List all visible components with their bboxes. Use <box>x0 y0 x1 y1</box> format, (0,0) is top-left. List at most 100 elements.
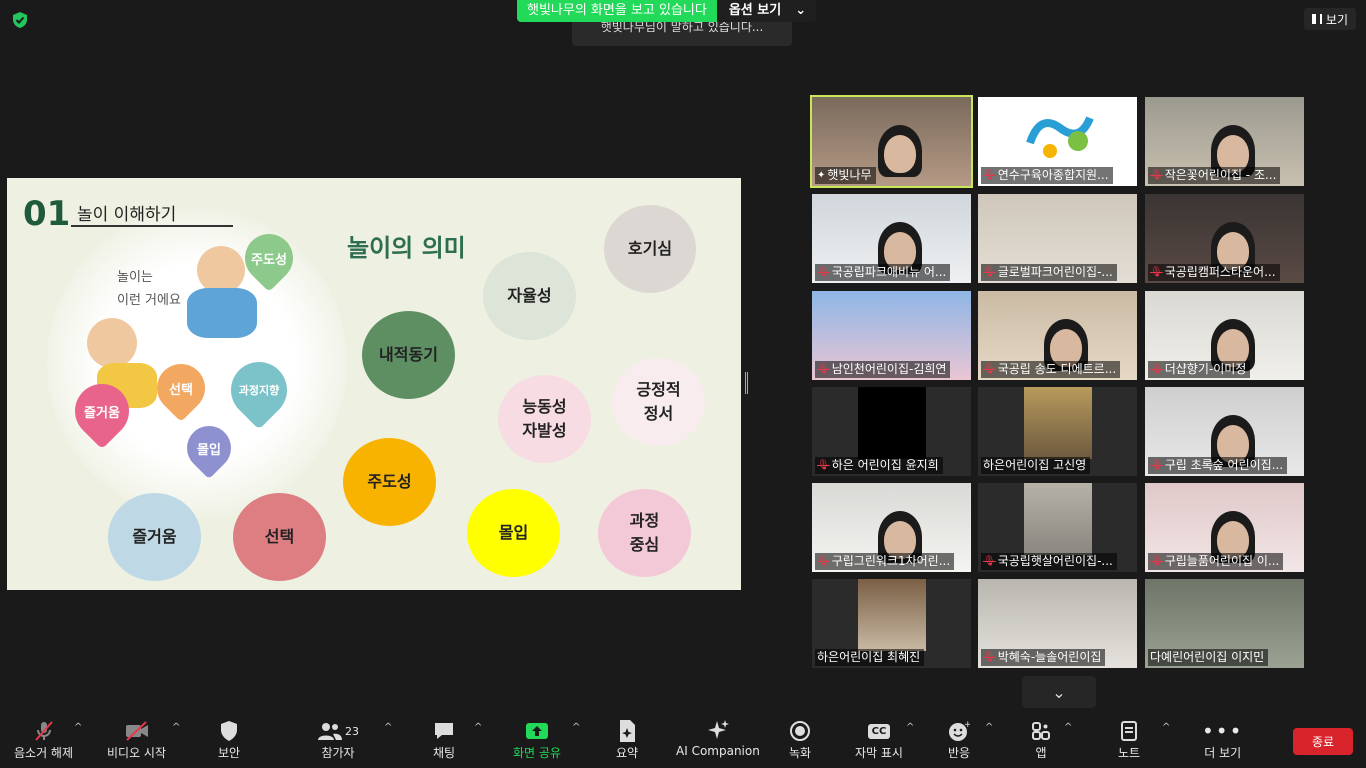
participant-tile[interactable]: 🎙 국공립파크애비뉴 어... <box>812 194 971 283</box>
participant-tile[interactable]: 🎙 국공립 송도 디에트르... <box>978 291 1137 380</box>
participant-tile[interactable]: 다예린어린이집 이지민 <box>1145 579 1304 668</box>
participant-name-text: 햇빛나무 <box>827 168 872 182</box>
participants-button[interactable]: 23 참가자 <box>317 718 359 761</box>
participant-name: 🎙 구립늘품어린이집 이... <box>1148 553 1284 570</box>
participant-tile[interactable]: 🎙 국공립캠퍼스타운어... <box>1145 194 1304 283</box>
mute-button[interactable]: 음소거 해제 <box>14 718 73 761</box>
muted-microphone-icon: 🎙 <box>1150 556 1163 567</box>
participant-tile[interactable]: 하은어린이집 최혜진 <box>812 579 971 668</box>
concept-circle: 자율성 <box>483 252 576 340</box>
share-screen-button[interactable]: 화면 공유 <box>513 718 561 761</box>
concept-circle: 능동성 자발성 <box>498 375 591 463</box>
video-feed-inset <box>1024 483 1092 555</box>
reactions-button[interactable]: + 반응 <box>948 718 970 761</box>
concept-circle: 주도성 <box>343 438 436 526</box>
record-icon <box>789 718 811 744</box>
participant-name-text: 남인천어린이집-김희연 <box>831 362 947 376</box>
participant-name-text: 구립 초록숲 어린이집... <box>1164 458 1284 472</box>
view-options-button[interactable]: 옵션 보기 ⌄ <box>716 0 817 22</box>
participant-tile[interactable]: 🎙 국공립햇살어린이집-... <box>978 483 1137 572</box>
end-meeting-button[interactable]: 종료 <box>1293 728 1353 755</box>
muted-microphone-icon: 🎙 <box>983 170 996 181</box>
security-button[interactable]: 보안 <box>218 718 240 761</box>
participant-tile[interactable]: 🎙 구립그린워크1차어린... <box>812 483 971 572</box>
caret-up-icon[interactable]: ^ <box>474 722 482 733</box>
caret-up-icon[interactable]: ^ <box>384 722 392 733</box>
captions-button[interactable]: CC 자막 표시 <box>855 718 903 761</box>
notes-button[interactable]: 노트 <box>1118 718 1140 761</box>
view-options-label: 옵션 보기 <box>728 3 782 18</box>
child-illustration <box>187 288 257 338</box>
caret-up-icon[interactable]: ^ <box>172 722 180 733</box>
security-label: 보안 <box>218 746 241 760</box>
ai-companion-button[interactable]: AI Companion <box>676 718 760 758</box>
caret-up-icon[interactable]: ^ <box>1162 722 1170 733</box>
participant-tile[interactable]: 🎙 하은 어린이집 윤지희 <box>812 387 971 476</box>
record-button[interactable]: 녹화 <box>789 718 811 761</box>
muted-microphone-icon: 🎙 <box>817 364 830 375</box>
ai-companion-label: AI Companion <box>676 744 760 758</box>
participant-name: 🎙 남인천어린이집-김희연 <box>815 361 951 378</box>
smiley-icon: + <box>948 718 970 744</box>
participant-tile[interactable]: 🎙 남인천어린이집-김희연 <box>812 291 971 380</box>
video-button[interactable]: 비디오 시작 <box>107 718 166 761</box>
child-illustration <box>197 246 245 294</box>
participant-tile[interactable]: ✦ 햇빛나무 <box>810 95 973 188</box>
participant-tile[interactable]: 하은어린이집 고신영 <box>978 387 1137 476</box>
participant-tile[interactable]: 🎙 구립늘품어린이집 이... <box>1145 483 1304 572</box>
participant-name-text: 국공립 송도 디에트르... <box>997 362 1117 376</box>
muted-microphone-icon: 🎙 <box>1150 460 1163 471</box>
muted-microphone-icon: 🎙 <box>1150 267 1163 278</box>
chat-button[interactable]: 채팅 <box>433 718 455 761</box>
participant-name: 하은어린이집 고신영 <box>981 457 1091 474</box>
view-button-label: 보기 <box>1325 12 1348 27</box>
participant-tile[interactable]: 🎙 글로벌파크어린이집-... <box>978 194 1137 283</box>
grid-view-icon <box>1311 14 1322 24</box>
heart-label: 과정지향 <box>219 350 299 430</box>
participant-name: 🎙 국공립파크애비뉴 어... <box>815 264 951 281</box>
camera-off-icon <box>124 718 150 744</box>
sparkle-icon <box>706 718 730 744</box>
video-feed-inset <box>858 579 926 651</box>
slide-title: 놀이의 의미 <box>347 234 466 262</box>
ellipsis-icon: ••• <box>1202 719 1244 743</box>
chat-bubble-icon <box>433 718 455 744</box>
summary-button[interactable]: 요약 <box>616 718 638 761</box>
participant-tile[interactable]: 🎙 더샵향기-이미정 <box>1145 291 1304 380</box>
slide-illustration <box>47 208 347 518</box>
participant-name-text: 하은어린이집 고신영 <box>983 458 1087 472</box>
chevron-down-icon: ⌄ <box>1052 682 1066 702</box>
participant-tile[interactable]: 🎙 연수구육아종합지원... <box>978 97 1137 186</box>
caret-up-icon[interactable]: ^ <box>74 722 82 733</box>
caret-up-icon[interactable]: ^ <box>906 722 914 733</box>
caret-up-icon[interactable]: ^ <box>572 722 580 733</box>
participant-tile[interactable]: 🎙 구립 초록숲 어린이집... <box>1145 387 1304 476</box>
participant-tile[interactable]: 🎙 작은꽃어린이집 - 조... <box>1145 97 1304 186</box>
spotlight-icon: ✦ <box>817 170 826 181</box>
participant-name: 🎙 국공립 송도 디에트르... <box>981 361 1121 378</box>
participant-count-badge: 23 <box>345 724 359 738</box>
apps-button[interactable]: 앱 <box>1031 718 1051 761</box>
view-button[interactable]: 보기 <box>1303 8 1356 30</box>
chat-label: 채팅 <box>433 746 456 760</box>
next-page-chevron[interactable]: ⌄ <box>1022 676 1096 708</box>
captions-label: 자막 표시 <box>855 746 903 760</box>
caret-up-icon[interactable]: ^ <box>1064 722 1072 733</box>
caret-up-icon[interactable]: ^ <box>985 722 993 733</box>
slide-subtitle: 놀이 이해하기 <box>77 205 177 225</box>
participant-name-text: 박혜숙-늘솔어린이집 <box>997 650 1102 664</box>
participant-name: 🎙 하은 어린이집 윤지희 <box>815 457 943 474</box>
muted-microphone-icon: 🎙 <box>817 460 830 471</box>
shield-icon[interactable] <box>11 11 29 29</box>
notes-icon <box>1120 718 1138 744</box>
participant-name-text: 국공립캠퍼스타운어... <box>1164 265 1276 279</box>
participant-name: 🎙 국공립캠퍼스타운어... <box>1148 264 1280 281</box>
split-resize-handle[interactable] <box>745 372 748 394</box>
participant-tile[interactable]: 🎙 박혜숙-늘솔어린이집 <box>978 579 1137 668</box>
more-button[interactable]: ••• 더 보기 <box>1202 718 1243 761</box>
share-status-label: 햇빛나무의 화면을 보고 있습니다 <box>517 0 717 22</box>
summary-label: 요약 <box>616 746 639 760</box>
participant-name: 🎙 구립그린워크1차어린... <box>815 553 955 570</box>
more-label: 더 보기 <box>1204 746 1242 760</box>
participant-name: 하은어린이집 최혜진 <box>815 649 925 666</box>
